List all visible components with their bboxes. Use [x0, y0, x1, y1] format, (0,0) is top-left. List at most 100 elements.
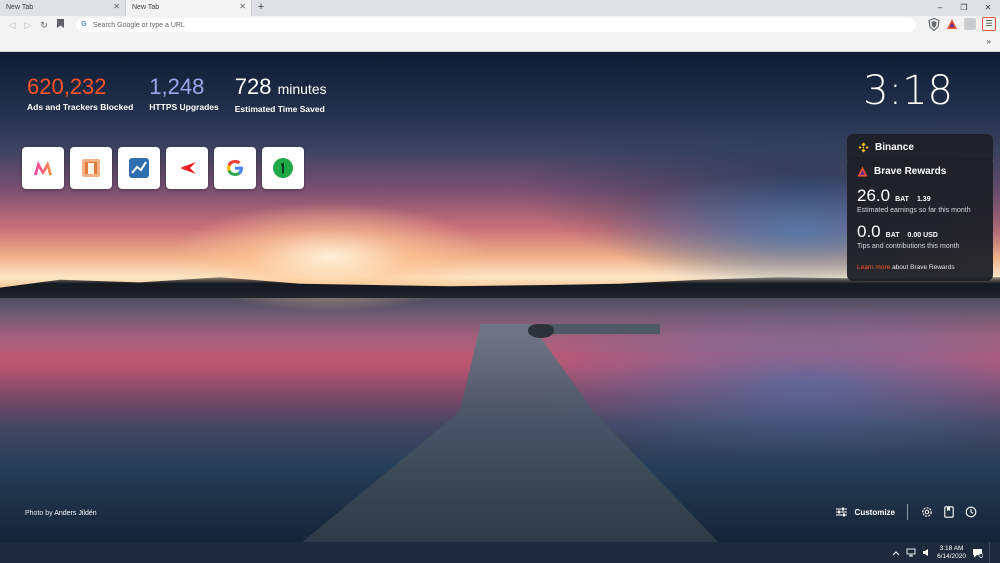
photo-credit-prefix: Photo by: [25, 510, 53, 517]
taskbar-clock[interactable]: 3:18 AM 6/14/2020: [937, 545, 966, 561]
tab-title: New Tab: [132, 4, 160, 11]
address-bar[interactable]: G Search Google or type a URL: [76, 18, 916, 32]
bookmarks-icon: [944, 506, 954, 518]
toolbar-right: ☰: [928, 17, 996, 31]
tab-strip: New Tab ✕ New Tab ✕ + – ❐ ✕: [0, 0, 1000, 16]
binance-title: Binance: [875, 141, 914, 153]
restore-button[interactable]: ❐: [952, 0, 976, 16]
rewards-header: Brave Rewards: [857, 166, 983, 177]
menu-button[interactable]: ☰: [982, 17, 996, 31]
brave-rewards-icon[interactable]: [946, 18, 958, 30]
binance-icon: [858, 142, 869, 152]
back-button[interactable]: ◁: [4, 17, 20, 33]
sliders-icon: [835, 507, 847, 517]
extension-icon[interactable]: [964, 18, 976, 30]
time-saved-label: Estimated Time Saved: [234, 104, 325, 114]
forward-button[interactable]: ▷: [20, 17, 36, 33]
history-button[interactable]: [964, 505, 978, 519]
tab-2[interactable]: New Tab ✕: [126, 0, 252, 16]
https-upgrades-label: HTTPS Upgrades: [149, 102, 219, 112]
bookmarks-bar: »: [0, 34, 1000, 52]
show-desktop-divider[interactable]: [989, 542, 990, 563]
google-icon: [226, 159, 243, 176]
brave-rewards-icon: [857, 166, 868, 177]
bookmark-icon: [56, 19, 64, 28]
stats-panel: 620,232 Ads and Trackers Blocked 1,248 H…: [27, 74, 327, 114]
stat-ads-blocked: 620,232 Ads and Trackers Blocked: [27, 74, 133, 114]
system-tray: 3:18 AM 6/14/2020: [892, 542, 990, 563]
address-placeholder: Search Google or type a URL: [93, 21, 185, 29]
learn-more-text: Learn more about Brave Rewards: [857, 264, 983, 271]
tab-title: New Tab: [6, 4, 34, 11]
bookmarks-overflow-icon[interactable]: »: [987, 37, 991, 46]
settings-button[interactable]: [920, 505, 934, 519]
new-tab-page: [0, 52, 1000, 542]
one-icon: [273, 158, 293, 178]
footer-divider: [907, 504, 908, 520]
top-site-tile[interactable]: [70, 147, 112, 189]
reload-button[interactable]: ↻: [36, 17, 52, 33]
close-icon[interactable]: ✕: [239, 3, 246, 11]
tips-caption: Tips and contributions this month: [857, 243, 960, 250]
ads-blocked-label: Ads and Trackers Blocked: [27, 102, 134, 112]
brave-shield-icon[interactable]: [928, 17, 940, 31]
time-saved-count: 728 minutes: [235, 74, 327, 102]
chart-app-icon: [129, 158, 149, 178]
taskbar-time: 3:18 AM: [939, 544, 964, 552]
tips-usd: 0.00 USD: [907, 232, 938, 239]
tab-1[interactable]: New Tab ✕: [0, 0, 126, 16]
earnings-unit: BAT: [895, 196, 909, 203]
bookmark-button[interactable]: [52, 17, 68, 33]
minimize-button[interactable]: –: [928, 0, 952, 16]
store-icon: [82, 159, 100, 177]
brave-rewards-widget: Brave Rewards 26.0 BAT 1.39 Estimated ea…: [847, 157, 993, 281]
history-icon: [965, 506, 977, 518]
top-site-tile[interactable]: [262, 147, 304, 189]
window-close-button[interactable]: ✕: [976, 0, 1000, 16]
time-saved-value: 728: [234, 74, 272, 99]
toolbar: ◁ ▷ ↻ G Search Google or type a URL ☰: [0, 16, 1000, 34]
top-site-tile[interactable]: [166, 147, 208, 189]
tips-unit: BAT: [885, 232, 900, 239]
top-site-tile[interactable]: [22, 147, 64, 189]
gear-icon: [922, 507, 932, 517]
stat-https-upgrades: 1,248 HTTPS Upgrades: [149, 74, 218, 114]
chevron-up-icon[interactable]: [892, 550, 900, 556]
earnings-caption: Estimated earnings so far this month: [857, 207, 971, 214]
customize-button[interactable]: Customize: [835, 507, 895, 517]
kotak-icon: [180, 162, 196, 174]
tips-row: 0.0 BAT 0.00 USD: [857, 222, 983, 242]
taskbar: 3:18 AM 6/14/2020: [0, 542, 1000, 563]
network-icon[interactable]: [906, 548, 916, 557]
clock: 3:18: [863, 68, 953, 114]
earnings-usd: 1.39: [916, 196, 931, 203]
stat-time-saved: 728 minutes Estimated Time Saved: [235, 74, 327, 114]
footer-controls: Customize: [835, 504, 978, 520]
tips-value: 0.0: [857, 222, 881, 241]
background-photo-dock: [548, 324, 660, 334]
ads-blocked-count: 620,232: [27, 74, 107, 99]
top-site-tile[interactable]: [118, 147, 160, 189]
photo-credit-author[interactable]: Anders Jildén: [54, 510, 96, 517]
myntra-icon: [34, 161, 52, 175]
top-sites: [22, 147, 304, 189]
time-saved-unit: minutes: [277, 81, 327, 97]
rewards-title: Brave Rewards: [874, 166, 947, 177]
customize-label: Customize: [854, 507, 895, 517]
earnings-value: 26.0: [857, 186, 891, 205]
bookmarks-button[interactable]: [942, 505, 956, 519]
top-site-tile[interactable]: [214, 147, 256, 189]
learn-more-rest: about Brave Rewards: [892, 264, 955, 271]
https-upgrades-count: 1,248: [149, 74, 205, 99]
window-controls: – ❐ ✕: [928, 0, 1000, 16]
earnings-row: 26.0 BAT 1.39: [857, 186, 983, 206]
google-icon: G: [81, 21, 87, 28]
volume-icon[interactable]: [922, 548, 931, 557]
notification-icon[interactable]: [972, 548, 983, 558]
taskbar-date: 6/14/2020: [937, 552, 966, 560]
background-photo-boat: [528, 324, 554, 338]
photo-credit: Photo by Anders Jildén: [25, 510, 97, 517]
learn-more-link[interactable]: Learn more: [857, 264, 890, 271]
new-tab-button[interactable]: +: [254, 1, 268, 15]
close-icon[interactable]: ✕: [113, 3, 120, 11]
